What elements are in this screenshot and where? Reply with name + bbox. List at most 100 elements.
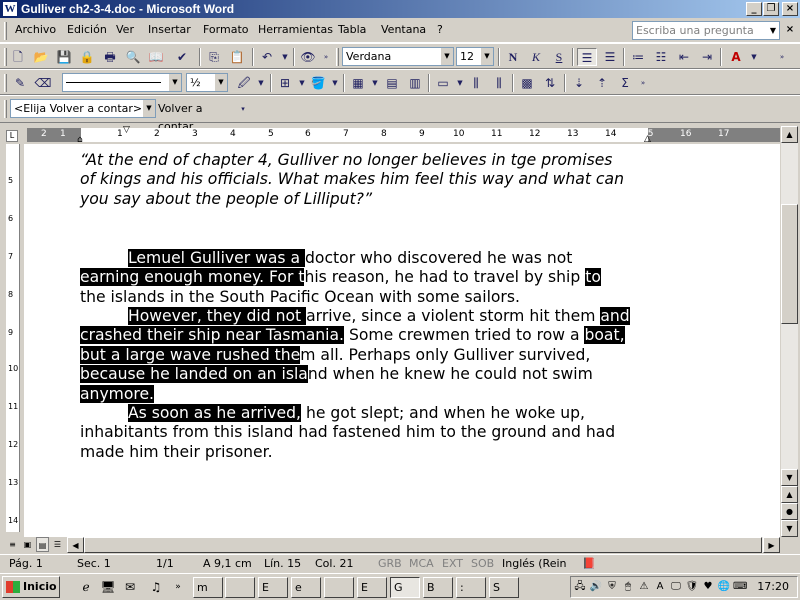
save-icon[interactable]: 💾: [54, 48, 74, 66]
align-cell-icon[interactable]: ▭: [433, 74, 453, 92]
sort-descending-icon[interactable]: ⇡: [592, 74, 612, 92]
tray-app-icon[interactable]: A: [653, 580, 667, 594]
align-cell-dropdown-icon[interactable]: ▼: [454, 74, 466, 92]
toolbar-grip[interactable]: [336, 48, 339, 66]
vertical-ruler[interactable]: 5 6 7 8 9 10 11 12 13 14: [6, 144, 20, 532]
taskbar-task[interactable]: [225, 577, 255, 598]
tray-volume-icon[interactable]: 🔊: [589, 580, 603, 594]
body-paragraph-3[interactable]: As soon as he arrived, he got slept; and…: [80, 404, 660, 462]
print-preview-icon[interactable]: 🔍: [123, 48, 143, 66]
taskbar-task[interactable]: m: [193, 577, 223, 598]
horizontal-scroll-thumb[interactable]: [84, 537, 762, 553]
taskbar-task[interactable]: E: [357, 577, 387, 598]
line-weight-select[interactable]: ½ ▼: [186, 73, 228, 92]
desktop-icon[interactable]: 🖥: [100, 579, 116, 595]
internet-explorer-icon[interactable]: ℯ: [78, 579, 94, 595]
menu-edicion[interactable]: Edición: [67, 23, 107, 36]
normal-view-icon[interactable]: ≡: [6, 537, 19, 552]
distribute-rows-icon[interactable]: ⫼: [466, 74, 486, 92]
shading-icon[interactable]: 🪣: [308, 74, 328, 92]
bullets-icon[interactable]: ☷: [651, 48, 671, 66]
next-page-icon[interactable]: ▼: [781, 520, 798, 537]
numbering-icon[interactable]: ≔: [628, 48, 648, 66]
pencil-icon[interactable]: ✎: [10, 74, 30, 92]
toolbar-grip[interactable]: [4, 100, 7, 118]
tray-antivirus-icon[interactable]: ⛨: [605, 580, 619, 594]
taskbar-task[interactable]: E: [258, 577, 288, 598]
tray-globe-icon[interactable]: 🌐: [717, 580, 731, 594]
taskbar-task[interactable]: [324, 577, 354, 598]
font-color-dropdown-icon[interactable]: ▼: [748, 48, 760, 66]
recount-select[interactable]: <Elija Volver a contar> ▼: [10, 99, 156, 118]
menu-formato[interactable]: Formato: [203, 23, 249, 36]
taskbar-clock[interactable]: 17:20: [757, 580, 789, 593]
status-language[interactable]: Inglés (Rein: [502, 557, 567, 570]
text-direction-icon[interactable]: ⇅: [540, 74, 560, 92]
spelling-icon[interactable]: ✔: [172, 48, 192, 66]
scroll-up-icon[interactable]: ▲: [781, 126, 798, 143]
ask-dropdown-arrow[interactable]: ▼: [768, 24, 778, 38]
document-page[interactable]: “At the end of chapter 4, Gulliver no lo…: [24, 144, 780, 537]
border-color-dropdown-icon[interactable]: ▼: [255, 74, 267, 92]
split-cells-icon[interactable]: ▥: [405, 74, 425, 92]
status-track-changes[interactable]: MCA: [409, 557, 434, 570]
research-icon[interactable]: 📖: [146, 48, 166, 66]
table-autoformat-icon[interactable]: ▩: [517, 74, 537, 92]
toolbar-options-icon[interactable]: »: [637, 74, 649, 92]
vertical-scrollbar[interactable]: ▲ ▼ ▲ ● ▼: [781, 126, 798, 537]
menu-tabla[interactable]: Tabla: [338, 23, 366, 36]
border-color-icon[interactable]: 🖉: [234, 74, 254, 92]
horizontal-ruler[interactable]: 2 1 1 2 3 4 5 6 7 8 9 10 11 12 13 14 15 …: [27, 125, 780, 145]
outlook-icon[interactable]: ✉: [122, 579, 138, 595]
chevron-down-icon[interactable]: ▼: [481, 48, 493, 65]
merge-cells-icon[interactable]: ▤: [382, 74, 402, 92]
outline-view-icon[interactable]: ☰: [51, 537, 64, 552]
paste-icon[interactable]: 📋: [227, 48, 247, 66]
font-color-icon[interactable]: A: [726, 48, 746, 66]
vertical-scroll-thumb[interactable]: [781, 204, 798, 324]
toolbar-options-icon[interactable]: »: [320, 48, 332, 66]
taskbar-task[interactable]: e: [291, 577, 321, 598]
undo-dropdown-icon[interactable]: ▼: [279, 48, 291, 66]
browse-object-icon[interactable]: ●: [781, 503, 798, 520]
reading-layout-icon[interactable]: 👁: [298, 48, 318, 66]
status-overtype[interactable]: SOB: [471, 557, 494, 570]
maximize-button[interactable]: ❐: [763, 2, 779, 16]
menu-ver[interactable]: Ver: [116, 23, 134, 36]
menu-archivo[interactable]: Archivo: [15, 23, 56, 36]
taskbar-task-word-active[interactable]: G: [390, 577, 420, 598]
tray-security-icon[interactable]: ⚠: [637, 580, 651, 594]
line-style-select[interactable]: ▼: [62, 73, 182, 92]
sort-ascending-icon[interactable]: ⇣: [569, 74, 589, 92]
font-size-select[interactable]: 12 ▼: [456, 47, 494, 66]
underline-icon[interactable]: S: [549, 48, 569, 66]
tray-mouse-icon[interactable]: 🖱: [621, 580, 635, 594]
shading-dropdown-icon[interactable]: ▼: [329, 74, 341, 92]
tray-language-icon[interactable]: ⌨: [733, 580, 747, 594]
quicklaunch-more-icon[interactable]: »: [170, 579, 186, 595]
new-document-icon[interactable]: 🗋: [8, 48, 28, 66]
tray-network-icon[interactable]: 🖧: [573, 580, 587, 594]
print-icon[interactable]: 🖶: [100, 48, 120, 66]
close-button[interactable]: ×: [782, 2, 798, 16]
body-paragraph-2[interactable]: However, they did not arrive, since a vi…: [80, 307, 660, 404]
menu-herramientas[interactable]: Herramientas: [258, 23, 333, 36]
menu-insertar[interactable]: Insertar: [148, 23, 191, 36]
start-button[interactable]: Inicio: [2, 576, 60, 598]
tray-display-icon[interactable]: 🖵: [669, 580, 683, 594]
italic-icon[interactable]: K: [526, 48, 546, 66]
chevron-down-icon[interactable]: ▼: [169, 74, 181, 91]
menu-ventana[interactable]: Ventana: [381, 23, 426, 36]
decrease-indent-icon[interactable]: ⇤: [674, 48, 694, 66]
minimize-button[interactable]: _: [746, 2, 762, 16]
document-close-button[interactable]: ×: [783, 23, 797, 37]
eraser-icon[interactable]: ⌫: [33, 74, 53, 92]
tray-shield-icon[interactable]: 🛡: [685, 580, 699, 594]
scroll-left-icon[interactable]: ◀: [67, 537, 84, 553]
borders-dropdown-icon[interactable]: ▼: [296, 74, 308, 92]
toolbar-options-icon[interactable]: ▾: [237, 100, 249, 118]
toolbar-grip[interactable]: [4, 48, 7, 66]
toolbar-options-icon[interactable]: »: [776, 48, 788, 66]
chevron-down-icon[interactable]: ▼: [441, 48, 453, 65]
right-indent-marker-icon[interactable]: △: [644, 134, 651, 144]
